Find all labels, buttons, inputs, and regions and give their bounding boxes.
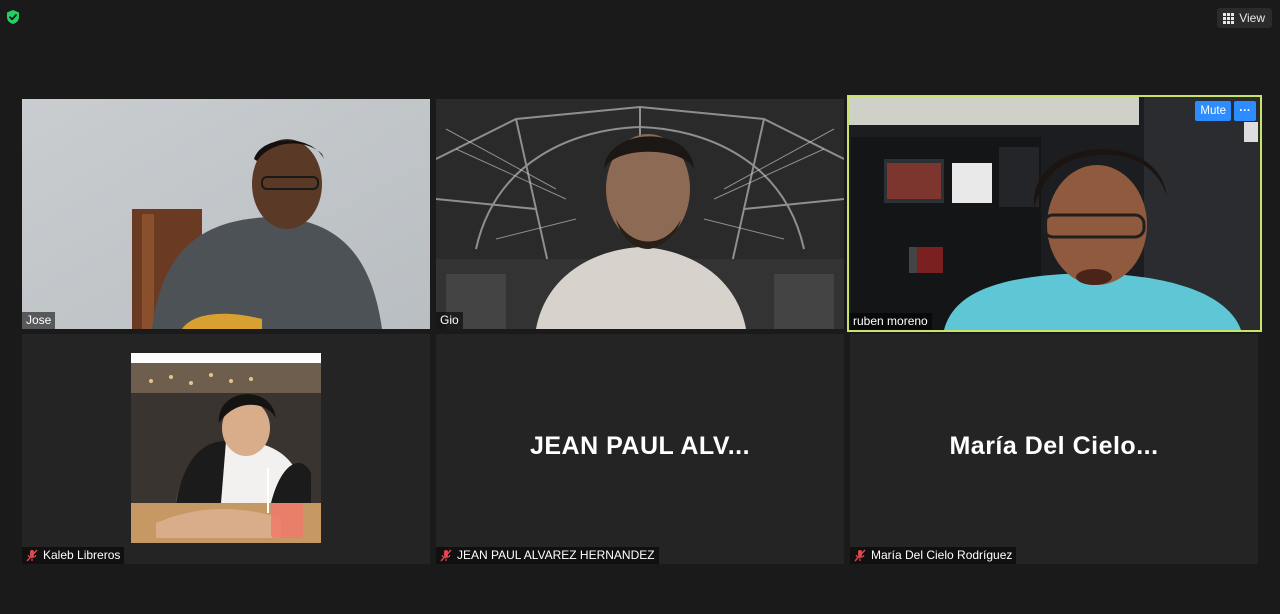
view-button[interactable]: View [1217,8,1272,28]
participant-name: Gio [440,313,459,327]
mic-muted-icon [440,549,452,562]
participant-name-label: ruben moreno [849,313,932,330]
participant-avatar [131,353,321,543]
video-tile-jean-paul[interactable]: JEAN PAUL ALV... JEAN PAUL ALVAREZ HERNA… [436,334,844,564]
participant-name: Kaleb Libreros [43,548,121,562]
participant-display-name: JEAN PAUL ALV... [529,432,751,460]
video-tile-maria-del-cielo[interactable]: María Del Cielo... María Del Cielo Rodrí… [850,334,1258,564]
participant-name-label: JEAN PAUL ALVAREZ HERNANDEZ [436,547,659,564]
participant-video [22,99,430,329]
mute-participant-button[interactable]: Mute [1195,101,1231,121]
participant-name-label: Gio [436,312,463,329]
mic-muted-icon [854,549,866,562]
participant-name: Jose [26,313,52,327]
view-label: View [1239,11,1265,25]
participant-name-label: Jose [22,312,56,329]
mic-muted-icon [26,549,38,562]
participant-display-name: María Del Cielo... [949,432,1159,460]
participant-name-label: Kaleb Libreros [22,547,125,564]
participant-video [436,99,844,329]
avatar-photo [131,363,321,543]
meeting-window: View Jose Gio Mute ··· ruben moreno Kale… [0,0,1280,614]
participant-name: JEAN PAUL ALVAREZ HERNANDEZ [457,548,655,562]
participant-name: María Del Cielo Rodríguez [871,548,1013,562]
participant-name-label: María Del Cielo Rodríguez [850,547,1017,564]
grid-icon [1223,12,1235,24]
video-tile-gio[interactable]: Gio [436,99,844,329]
video-tile-jose[interactable]: Jose [22,99,430,329]
participant-video [849,97,1260,330]
tile-hover-controls: Mute ··· [1195,101,1256,121]
shield-check-icon[interactable] [5,9,21,25]
video-tile-ruben-moreno[interactable]: Mute ··· ruben moreno [847,95,1262,332]
participant-name: ruben moreno [853,314,928,328]
more-options-button[interactable]: ··· [1234,101,1256,121]
video-tile-kaleb-libreros[interactable]: Kaleb Libreros [22,334,430,564]
